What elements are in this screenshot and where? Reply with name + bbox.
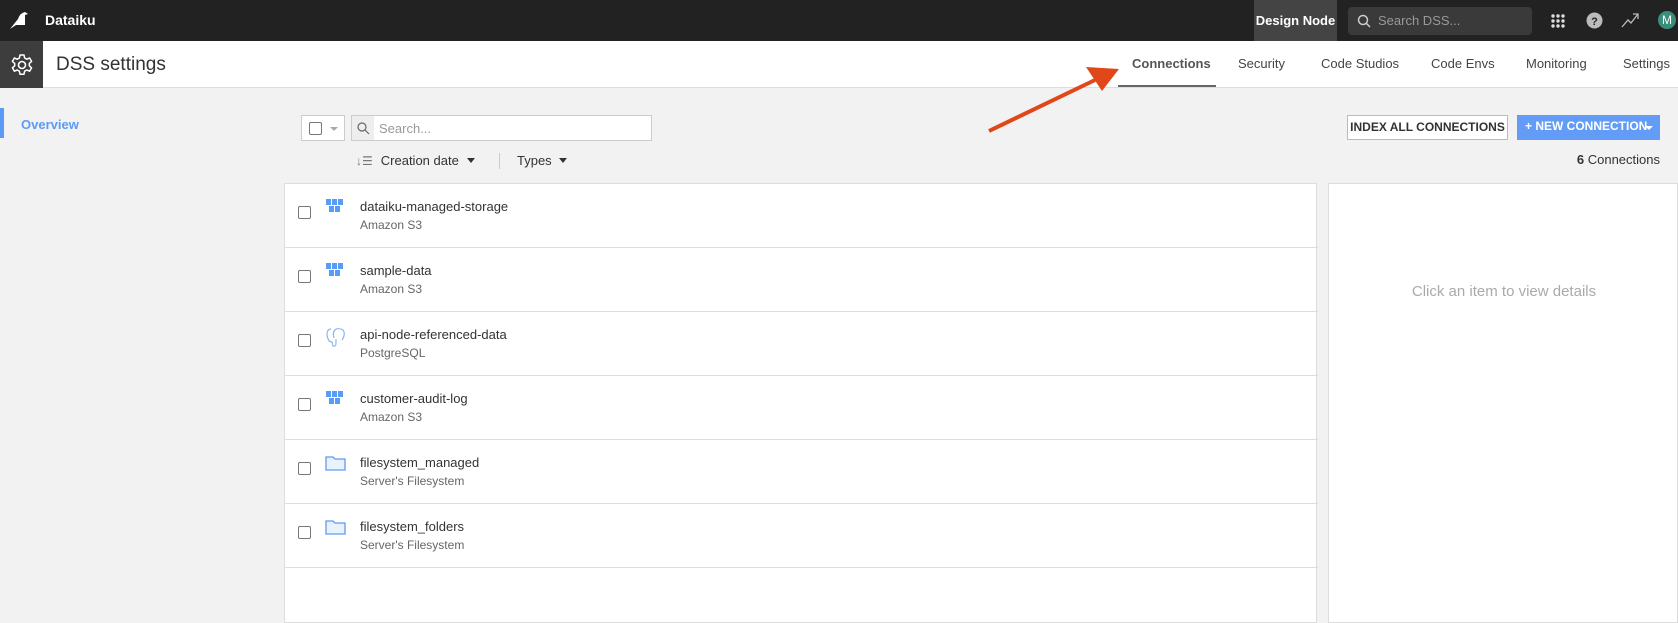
connection-name[interactable]: sample-data	[360, 263, 432, 278]
search-icon	[1357, 14, 1371, 28]
s3-icon	[325, 390, 345, 415]
new-connection-button[interactable]: + NEW CONNECTION	[1517, 115, 1660, 140]
sidebar-active-indicator	[0, 108, 4, 138]
search-placeholder: Search...	[379, 121, 432, 136]
folder-icon	[325, 518, 347, 541]
count-value: 6	[1576, 152, 1585, 167]
sort-icon: ↓☰	[356, 153, 373, 168]
tab-monitoring[interactable]: Monitoring	[1526, 56, 1587, 71]
count-suffix: Connections	[1587, 152, 1660, 167]
dataiku-bird-logo-icon[interactable]	[8, 10, 30, 30]
gear-icon	[11, 53, 32, 75]
help-icon[interactable]: ?	[1586, 12, 1603, 29]
types-label: Types	[517, 153, 552, 168]
connection-row[interactable]: dataiku-managed-storage Amazon S3	[285, 184, 1318, 248]
select-all-dropdown[interactable]	[301, 115, 345, 141]
select-all-checkbox[interactable]	[309, 122, 322, 135]
chevron-down-icon	[330, 127, 338, 131]
caret-down-icon	[558, 158, 567, 163]
connection-row[interactable]: filesystem_managed Server's Filesystem	[285, 440, 1318, 504]
detail-panel: Click an item to view details	[1328, 183, 1678, 623]
connection-name[interactable]: dataiku-managed-storage	[360, 199, 508, 214]
folder-icon	[325, 454, 347, 477]
trending-icon[interactable]	[1621, 12, 1639, 28]
connection-type: Amazon S3	[360, 410, 423, 424]
empty-detail-message: Click an item to view details	[1411, 283, 1597, 300]
tab-security[interactable]: Security	[1238, 56, 1285, 71]
connection-name[interactable]: filesystem_folders	[360, 519, 464, 534]
sort-dropdown[interactable]: ↓☰ Creation date	[356, 153, 475, 168]
connection-type: Amazon S3	[360, 218, 423, 232]
global-search-input[interactable]: Search DSS...	[1348, 7, 1532, 35]
settings-gear-box	[0, 41, 43, 88]
design-node-label[interactable]: Design Node	[1254, 0, 1337, 41]
row-checkbox[interactable]	[298, 398, 311, 411]
s3-icon	[325, 262, 345, 287]
index-all-connections-button[interactable]: INDEX ALL CONNECTIONS	[1347, 115, 1508, 140]
apps-grid-icon[interactable]	[1550, 13, 1566, 29]
search-input[interactable]: Search...	[351, 115, 652, 141]
svg-text:?: ?	[1591, 16, 1598, 28]
connection-name[interactable]: api-node-referenced-data	[360, 327, 507, 342]
connection-name[interactable]: customer-audit-log	[360, 391, 468, 406]
sidebar-item-overview[interactable]: Overview	[21, 117, 79, 132]
page-header: DSS settings Connections Security Code S…	[0, 41, 1678, 88]
tab-connections[interactable]: Connections	[1132, 56, 1211, 71]
types-filter-dropdown[interactable]: Types	[517, 153, 567, 168]
global-search-placeholder: Search DSS...	[1378, 13, 1461, 28]
connection-row[interactable]: customer-audit-log Amazon S3	[285, 376, 1318, 440]
search-icon-box	[352, 116, 374, 140]
search-icon	[357, 122, 370, 135]
tab-settings[interactable]: Settings	[1623, 56, 1670, 71]
row-checkbox[interactable]	[298, 526, 311, 539]
connection-type: PostgreSQL	[360, 346, 426, 360]
postgresql-icon	[325, 326, 347, 353]
connection-type: Server's Filesystem	[360, 538, 465, 552]
active-tab-underline	[1118, 85, 1216, 87]
row-checkbox[interactable]	[298, 334, 311, 347]
connections-count: 6 Connections	[1577, 152, 1660, 167]
tab-code-studios[interactable]: Code Studios	[1321, 56, 1399, 71]
connection-row[interactable]: api-node-referenced-data PostgreSQL	[285, 312, 1318, 376]
row-checkbox[interactable]	[298, 206, 311, 219]
connection-row[interactable]: sample-data Amazon S3	[285, 248, 1318, 312]
tab-code-envs[interactable]: Code Envs	[1431, 56, 1495, 71]
new-connection-label: + NEW CONNECTION	[1525, 119, 1648, 133]
caret-down-icon	[1645, 126, 1653, 130]
user-avatar[interactable]: M	[1658, 11, 1676, 29]
app-name[interactable]: Dataiku	[45, 12, 96, 28]
connection-name[interactable]: filesystem_managed	[360, 455, 479, 470]
row-checkbox[interactable]	[298, 270, 311, 283]
top-navbar: Dataiku Design Node Search DSS... ? M	[0, 0, 1678, 41]
connections-list: dataiku-managed-storage Amazon S3 sample-d…	[284, 183, 1318, 623]
connection-row[interactable]: filesystem_folders Server's Filesystem	[285, 504, 1318, 568]
page-title: DSS settings	[56, 54, 166, 75]
s3-icon	[325, 198, 345, 223]
sort-label: Creation date	[380, 153, 459, 168]
connection-type: Server's Filesystem	[360, 474, 465, 488]
row-checkbox[interactable]	[298, 462, 311, 475]
connection-type: Amazon S3	[360, 282, 423, 296]
divider	[499, 153, 500, 169]
caret-down-icon	[466, 158, 475, 163]
